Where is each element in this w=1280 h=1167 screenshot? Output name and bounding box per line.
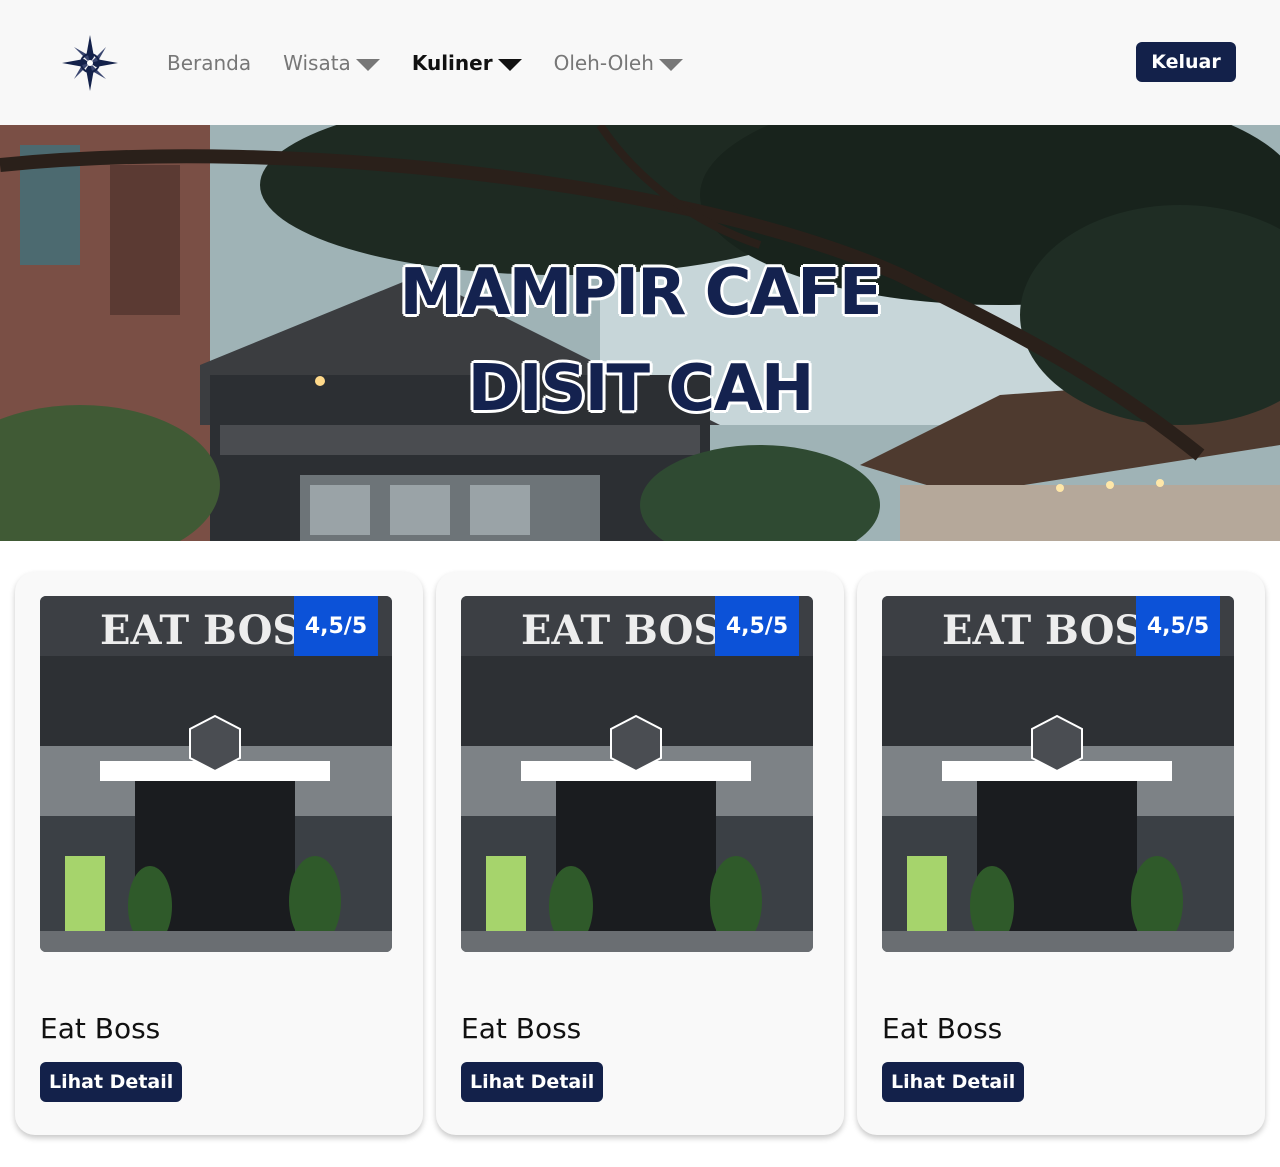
caret-down-icon	[658, 58, 683, 71]
card-title: Eat Boss	[461, 1012, 582, 1045]
nav-kuliner-label: Kuliner	[411, 51, 493, 75]
detail-button[interactable]: Lihat Detail	[461, 1062, 604, 1102]
card-title: Eat Boss	[40, 1012, 161, 1045]
rating-badge: 4,5/5	[1136, 596, 1220, 656]
main-nav: Beranda Wisata Kuliner Oleh-Oleh	[167, 48, 715, 78]
kuliner-card: EAT BOSS 4,5/5 Eat Boss Lihat Detail	[857, 572, 1265, 1135]
card-image: EAT BOSS 4,5/5	[40, 596, 392, 952]
kuliner-card: EAT BOSS 4,5/5 Eat Boss Lihat Detail	[15, 572, 423, 1135]
card-image: EAT BOSS 4,5/5	[882, 596, 1234, 952]
caret-down-icon	[497, 58, 522, 71]
kuliner-card: EAT BOSS 4,5/5 Eat Boss Lihat Detail	[436, 572, 844, 1135]
hero-title-line1: MAMPIR CAFE	[399, 256, 882, 330]
nav-oleh-oleh[interactable]: Oleh-Oleh	[554, 51, 683, 75]
navbar: Beranda Wisata Kuliner Oleh-Oleh Keluar	[0, 0, 1280, 125]
card-title: Eat Boss	[882, 1012, 1003, 1045]
nav-beranda-label: Beranda	[167, 51, 252, 75]
rating-badge: 4,5/5	[294, 596, 378, 656]
nav-oleh-oleh-label: Oleh-Oleh	[553, 51, 654, 75]
nav-wisata-label: Wisata	[283, 51, 351, 75]
rating-badge: 4,5/5	[715, 596, 799, 656]
detail-button[interactable]: Lihat Detail	[40, 1062, 183, 1102]
logout-button[interactable]: Keluar	[1136, 42, 1236, 82]
nav-beranda[interactable]: Beranda	[167, 51, 251, 75]
card-image: EAT BOSS 4,5/5	[461, 596, 813, 952]
caret-down-icon	[355, 58, 380, 71]
hero-title: MAMPIR CAFE DISIT CAH	[0, 245, 1280, 437]
nav-wisata[interactable]: Wisata	[283, 51, 380, 75]
hero-title-line2: DISIT CAH	[467, 352, 815, 426]
compass-star-icon[interactable]	[60, 33, 120, 93]
detail-button[interactable]: Lihat Detail	[882, 1062, 1025, 1102]
hero-banner: MAMPIR CAFE DISIT CAH	[0, 125, 1280, 541]
nav-kuliner[interactable]: Kuliner	[412, 51, 522, 75]
